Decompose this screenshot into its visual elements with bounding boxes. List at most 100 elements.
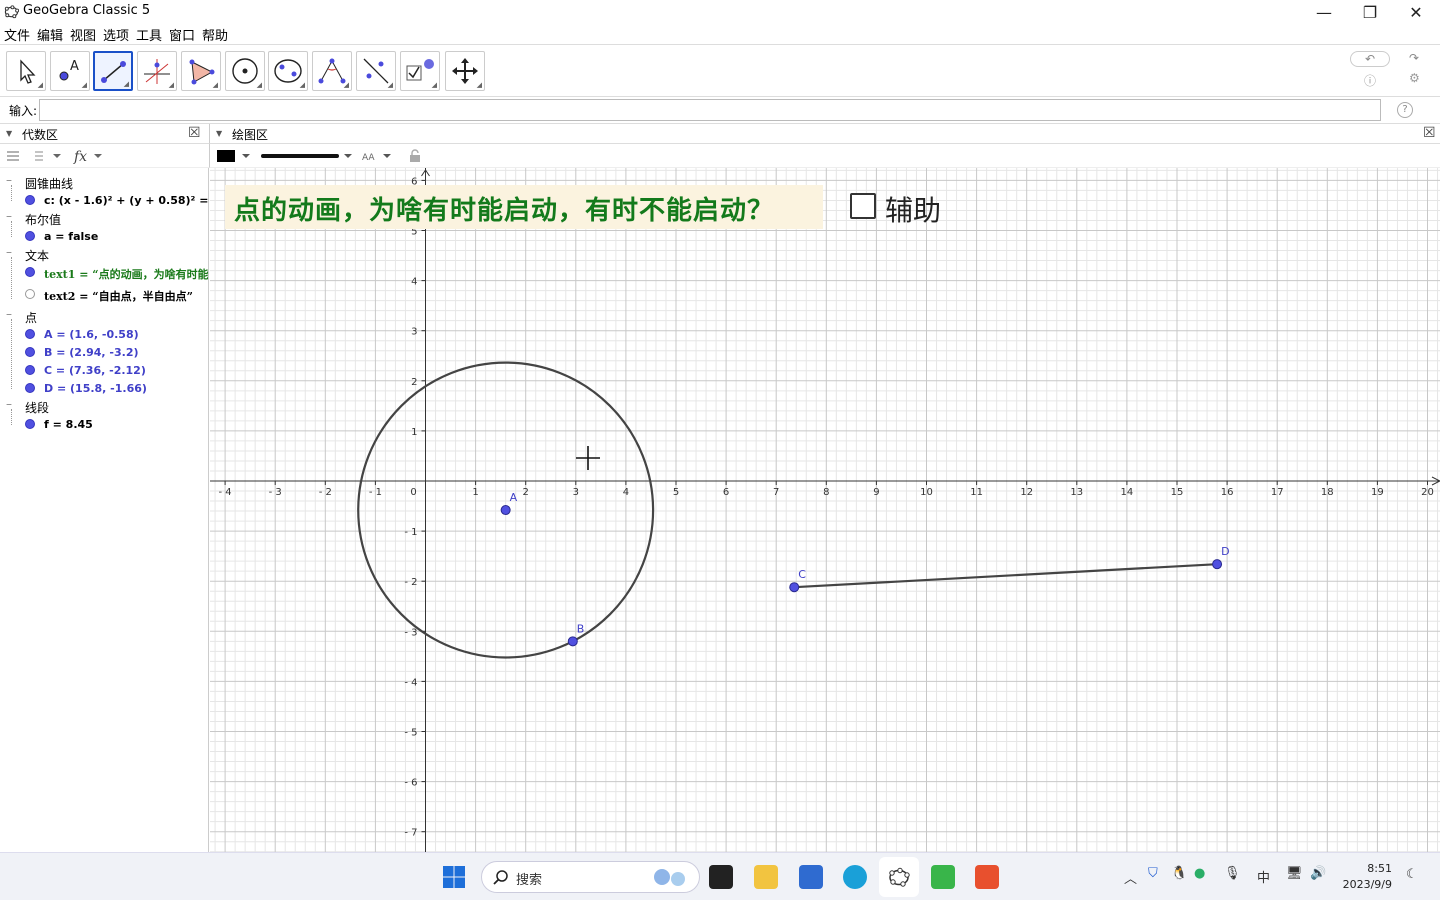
visibility-toggle[interactable] — [25, 383, 35, 393]
tool-polygon[interactable]: ◢ — [181, 51, 221, 91]
x-tick-label: 3 — [573, 487, 579, 498]
network-icon[interactable]: 🖥 — [1286, 866, 1303, 881]
algebra-category[interactable]: – 布尔值 — [0, 209, 208, 227]
help-icon[interactable]: ⓘ — [1364, 72, 1376, 89]
tool-move-graphics[interactable]: ◢ — [445, 51, 485, 91]
shield-icon[interactable]: ⛉ — [1148, 866, 1158, 881]
tool-move[interactable]: ◢ — [6, 51, 46, 91]
algebra-item[interactable]: A = (1.6, -0.58) — [0, 325, 208, 343]
svg-text:A: A — [70, 59, 79, 74]
assist-checkbox-label[interactable]: 辅助 — [885, 189, 941, 229]
gear-icon[interactable]: ⚙ — [1409, 71, 1420, 85]
fx-input-icon[interactable]: fx — [73, 147, 105, 165]
redo-button[interactable]: ↷ — [1395, 51, 1433, 67]
tool-segment[interactable]: ◢ — [93, 51, 133, 91]
algebra-category[interactable]: – 线段 — [0, 397, 208, 415]
visibility-toggle[interactable] — [25, 329, 35, 339]
menu-options[interactable]: 选项 — [103, 25, 129, 44]
tree-line — [11, 409, 12, 425]
chevron-up-icon[interactable]: ︿ — [1124, 868, 1137, 887]
menu-view[interactable]: 视图 — [70, 25, 96, 44]
algebra-item[interactable]: B = (2.94, -3.2) — [0, 343, 208, 361]
close-button[interactable]: ✕ — [1393, 0, 1439, 24]
algebra-category[interactable]: – 文本 — [0, 245, 208, 263]
qq-icon[interactable]: 🐧 — [1171, 866, 1187, 881]
lock-icon[interactable] — [407, 148, 423, 164]
visibility-toggle[interactable] — [25, 289, 35, 299]
store-icon[interactable] — [799, 865, 823, 889]
y-tick-label: - 4 — [404, 677, 417, 688]
assist-checkbox[interactable] — [850, 193, 876, 219]
algebra-item-text: text2 = “自由点，半自由点” — [44, 290, 193, 303]
point-b[interactable] — [567, 636, 578, 647]
jellyfish-widget-icon — [654, 869, 685, 886]
algebra-item[interactable]: c: (x - 1.6)² + (y + 0.58)² = 8.66 — [0, 191, 208, 209]
menu-tools[interactable]: 工具 — [136, 25, 162, 44]
algebra-category[interactable]: – 点 — [0, 307, 208, 325]
ime-indicator[interactable]: 中 — [1257, 867, 1270, 886]
tool-slider[interactable]: ◢ — [400, 51, 440, 91]
algebra-category[interactable]: – 圆锥曲线 — [0, 173, 208, 191]
tool-ellipse[interactable]: ◢ — [268, 51, 308, 91]
menu-file[interactable]: 文件 — [4, 25, 30, 44]
algebra-item[interactable]: text2 = “自由点，半自由点” — [0, 285, 208, 307]
label-style-icon[interactable]: AA — [361, 148, 397, 164]
sort-icon[interactable] — [33, 149, 65, 163]
file-explorer-icon[interactable] — [754, 865, 778, 889]
point-a[interactable] — [500, 505, 511, 516]
algebra-item[interactable]: text1 = “点的动画，为啥有时能启动，有时不能启动？” — [0, 263, 208, 285]
algebra-item-text: a = false — [44, 230, 99, 243]
tool-circle-center[interactable]: ◢ — [225, 51, 265, 91]
tool-perpendicular[interactable]: ◢ — [137, 51, 177, 91]
point-label-a: A — [510, 491, 518, 504]
microphone-icon[interactable]: 🎙 — [1224, 866, 1241, 881]
text1-banner[interactable]: 点的动画，为啥有时能启动，有时不能启动？ — [225, 185, 823, 229]
graphics-view[interactable]: - 4- 3- 2- 1 0 1 2 3 4 5 6 7 8 9 10 11 12 13 14 15 16 17 18… — [210, 168, 1440, 852]
algebra-item[interactable]: D = (15.8, -1.66) — [0, 379, 208, 397]
undo-button[interactable]: ↶ — [1350, 51, 1390, 67]
visibility-toggle[interactable] — [25, 195, 35, 205]
camtasia-red-icon[interactable] — [975, 865, 999, 889]
collapse-arrow-icon[interactable]: ▼ — [6, 129, 12, 138]
line-style-icon[interactable] — [260, 148, 356, 164]
volume-icon[interactable]: 🔊 — [1310, 866, 1326, 881]
menu-help[interactable]: 帮助 — [202, 25, 228, 44]
tool-angle[interactable]: ◢ — [312, 51, 352, 91]
taskbar-search[interactable]: 搜索 — [481, 861, 700, 893]
task-view-icon[interactable] — [709, 865, 733, 889]
restore-button[interactable]: ❐ — [1347, 0, 1393, 24]
input-field[interactable] — [39, 99, 1381, 121]
close-graphics-view-icon[interactable]: ☒ — [1423, 125, 1436, 141]
visibility-toggle[interactable] — [25, 231, 35, 241]
input-help-icon[interactable]: ? — [1397, 102, 1413, 118]
tool-point[interactable]: A ◢ — [50, 51, 90, 91]
clock[interactable]: 8:51 2023/9/9 — [1338, 861, 1392, 893]
wechat-icon[interactable]: ● — [1194, 866, 1205, 881]
menu-lines-icon[interactable] — [5, 149, 21, 163]
point-c[interactable] — [789, 582, 800, 593]
minimize-button[interactable]: — — [1301, 0, 1347, 24]
algebra-item[interactable]: C = (7.36, -2.12) — [0, 361, 208, 379]
algebra-view-header: ▼ 代数区 ☒ — [0, 124, 209, 144]
color-picker-icon[interactable] — [216, 148, 256, 164]
segment-f[interactable] — [794, 563, 1218, 589]
visibility-toggle[interactable] — [25, 267, 35, 277]
geogebra-taskbar-active[interactable] — [879, 857, 919, 897]
algebra-item[interactable]: a = false — [0, 227, 208, 245]
menu-edit[interactable]: 编辑 — [37, 25, 63, 44]
visibility-toggle[interactable] — [25, 347, 35, 357]
visibility-toggle[interactable] — [25, 365, 35, 375]
camtasia-green-icon[interactable] — [931, 865, 955, 889]
algebra-item[interactable]: f = 8.45 — [0, 415, 208, 433]
windows-start-icon[interactable] — [442, 865, 466, 889]
tool-reflect[interactable]: ◢ — [356, 51, 396, 91]
point-d[interactable] — [1212, 559, 1223, 570]
visibility-toggle[interactable] — [25, 419, 35, 429]
edge-icon[interactable] — [843, 865, 867, 889]
menu-window[interactable]: 窗口 — [169, 25, 195, 44]
close-algebra-view-icon[interactable]: ☒ — [188, 125, 201, 141]
input-label: 输入: — [9, 104, 38, 118]
graphics-canvas[interactable]: - 4- 3- 2- 1 0 1 2 3 4 5 6 7 8 9 10 11 12 13 14 15 16 17 18… — [210, 168, 1440, 852]
notification-moon-icon[interactable]: ☾ — [1406, 867, 1418, 882]
collapse-arrow-icon[interactable]: ▼ — [216, 129, 222, 138]
